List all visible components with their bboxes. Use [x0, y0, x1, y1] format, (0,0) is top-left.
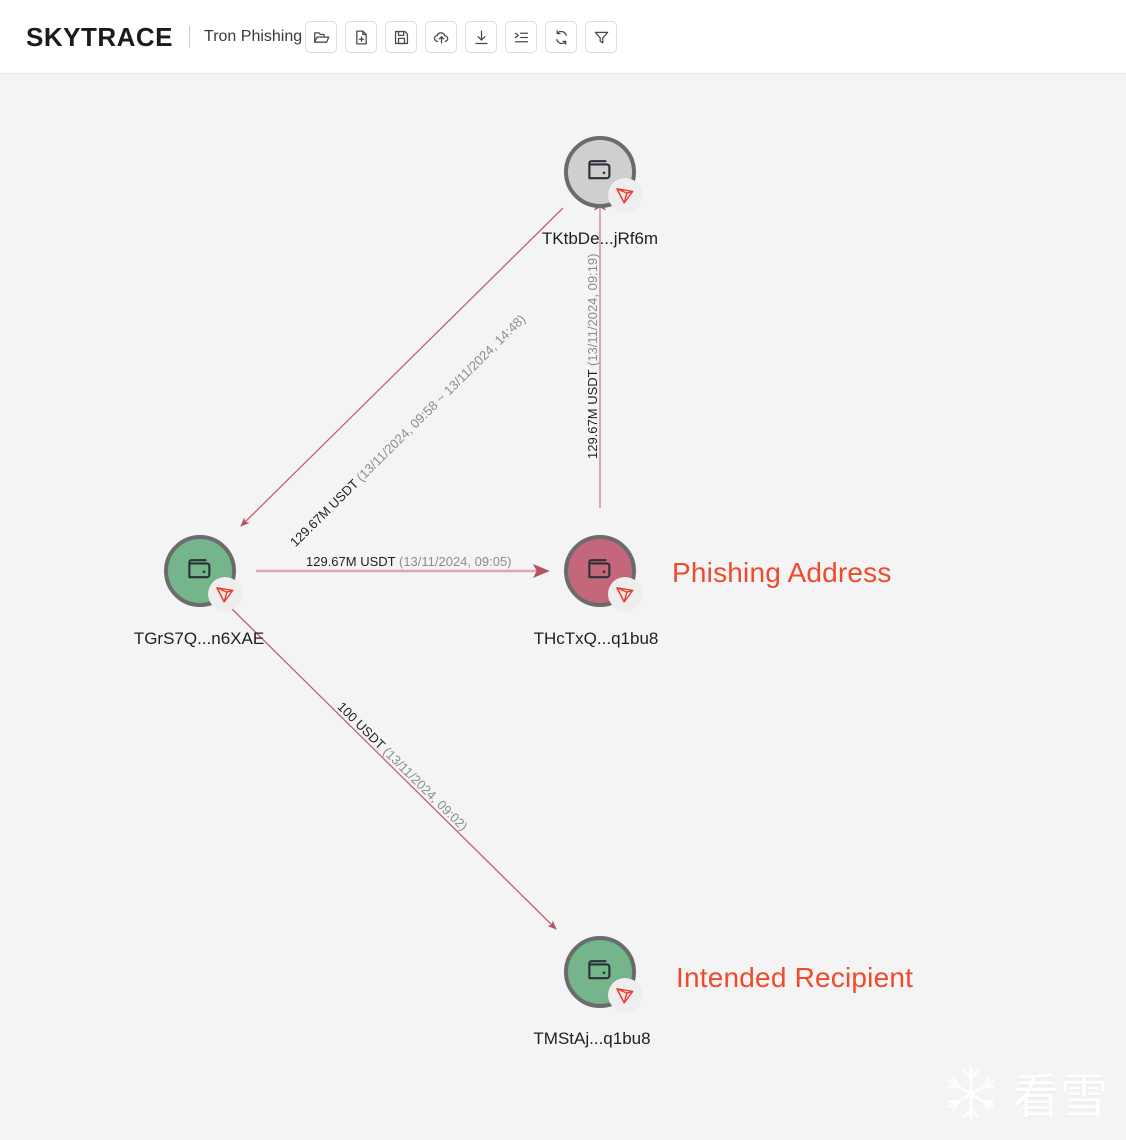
title-divider — [189, 26, 191, 48]
edge-tgrs7q-tmstaj[interactable] — [229, 606, 557, 930]
tron-logo-icon — [208, 577, 242, 611]
open-folder-icon — [313, 29, 330, 46]
open-folder-button[interactable] — [305, 21, 337, 53]
node-label-tgrs7q: TGrS7Q...n6XAE — [133, 629, 265, 648]
node-label-tktbde: TKtbDe...jRf6m — [541, 229, 659, 248]
toolbar — [305, 21, 617, 53]
filter-icon — [593, 29, 610, 46]
node-tktbde[interactable] — [564, 136, 642, 212]
node-tmstaj[interactable] — [564, 936, 642, 1012]
node-tgrs7q[interactable] — [164, 535, 242, 611]
tron-logo-icon — [608, 178, 642, 212]
app-header: SKYTRACE Tron Phishing Vi — [0, 0, 1126, 74]
edge-tktbde-tgrs7q[interactable] — [240, 207, 564, 527]
list-indent-button[interactable] — [505, 21, 537, 53]
node-label-tmstaj: TMStAj...q1bu8 — [533, 1029, 651, 1048]
download-button[interactable] — [465, 21, 497, 53]
tron-logo-icon — [608, 577, 642, 611]
project-name: Tron Phishing Vi — [204, 29, 321, 45]
list-indent-icon — [513, 29, 530, 46]
download-icon — [473, 29, 490, 46]
annotation-intended-recipient: Intended Recipient — [676, 962, 914, 993]
tron-logo-icon — [608, 978, 642, 1012]
node-thctxq[interactable] — [564, 535, 642, 611]
new-file-icon — [353, 29, 370, 46]
brand-row: SKYTRACE Tron Phishing Vi — [26, 0, 321, 73]
cloud-upload-button[interactable] — [425, 21, 457, 53]
new-file-button[interactable] — [345, 21, 377, 53]
app-title: SKYTRACE — [26, 22, 174, 52]
annotation-phishing-address: Phishing Address — [672, 557, 892, 588]
refresh-icon — [553, 29, 570, 46]
refresh-button[interactable] — [545, 21, 577, 53]
graph-canvas[interactable]: TKtbDe...jRf6m TGrS7Q...n6XAE THcTxQ...q… — [0, 74, 1126, 1140]
node-label-thctxq: THcTxQ...q1bu8 — [533, 629, 659, 648]
save-button[interactable] — [385, 21, 417, 53]
filter-button[interactable] — [585, 21, 617, 53]
save-icon — [393, 29, 410, 46]
cloud-upload-icon — [433, 29, 450, 46]
